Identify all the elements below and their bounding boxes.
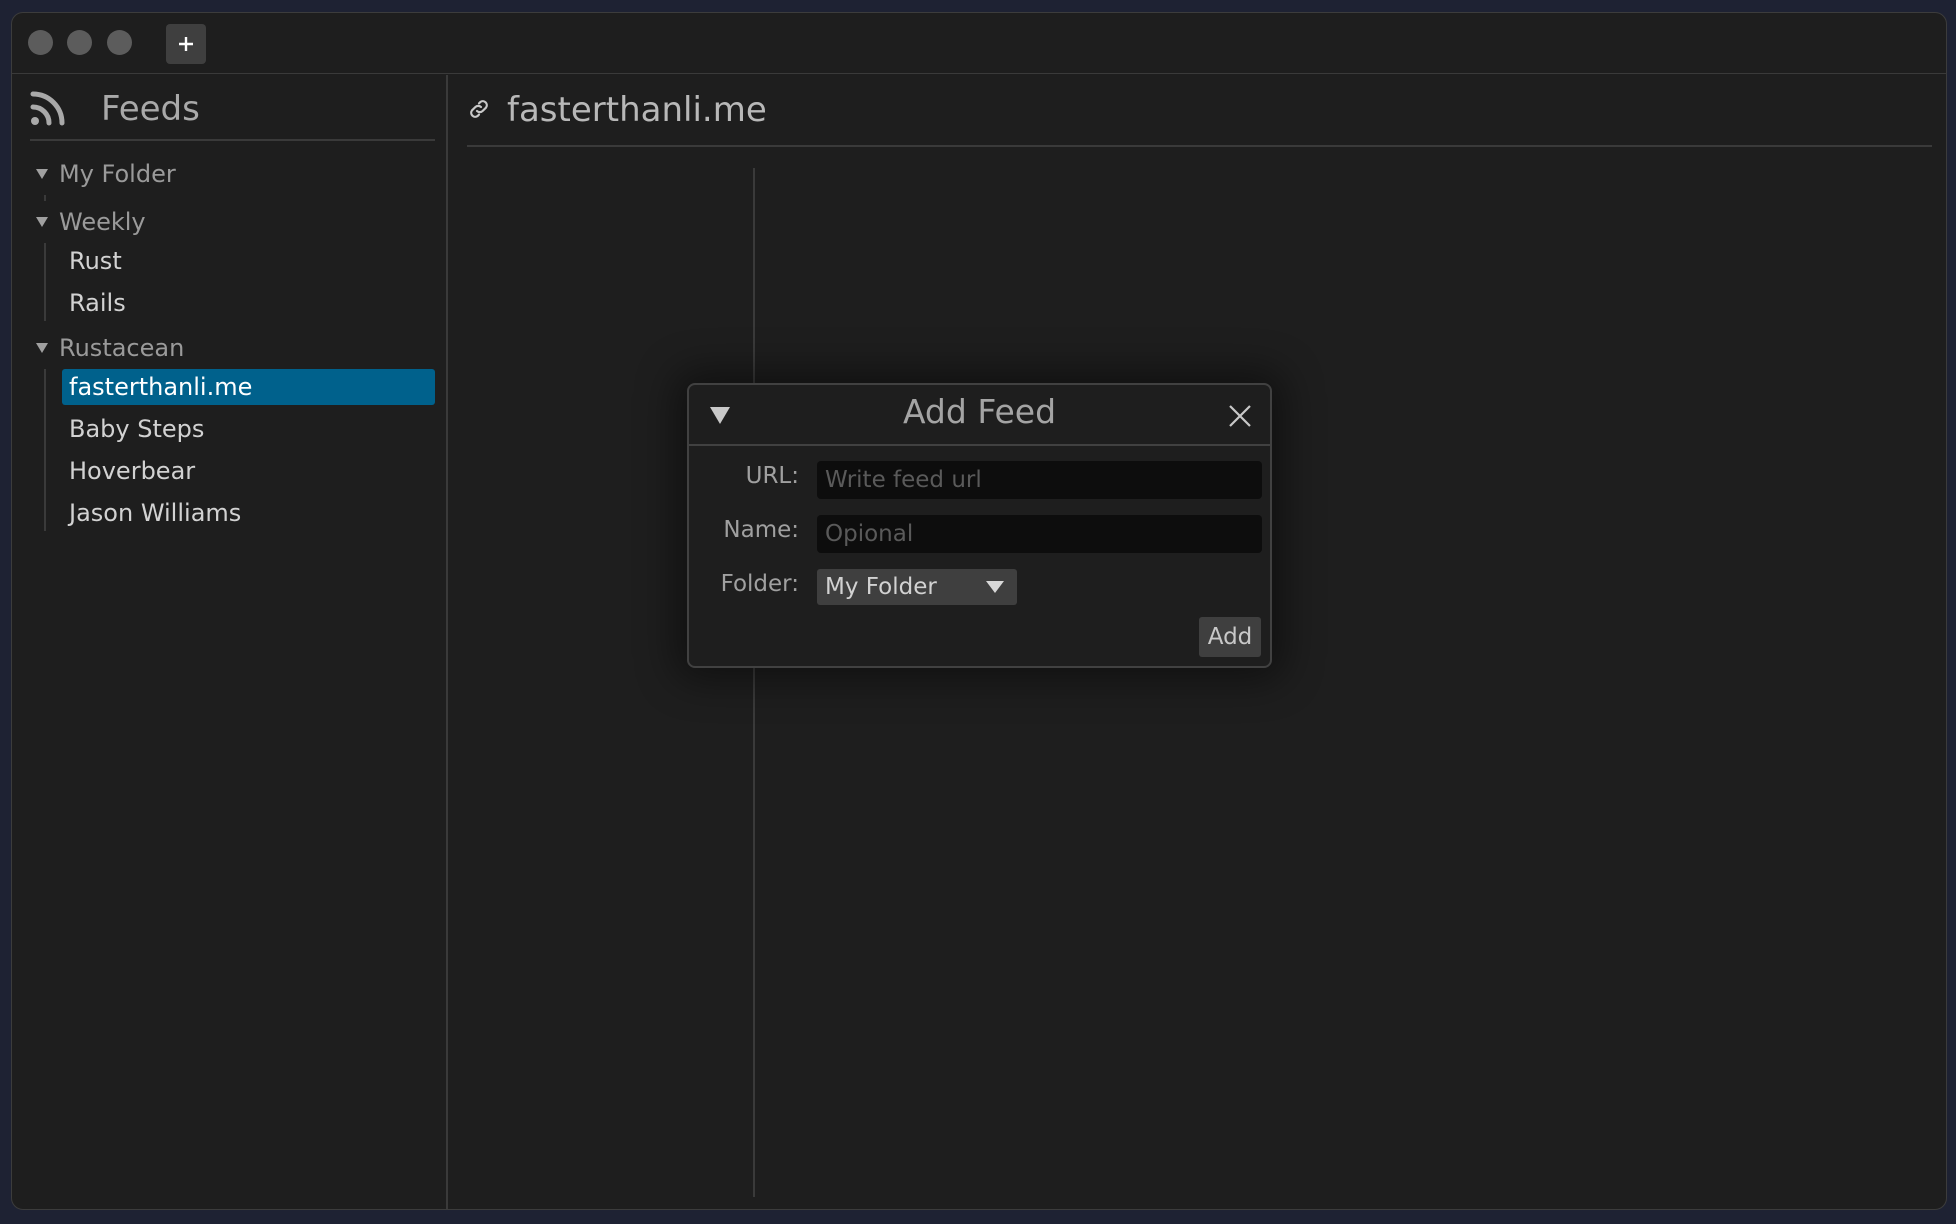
link-icon[interactable] <box>467 97 491 121</box>
sidebar-header: Feeds <box>30 75 435 141</box>
window-minimize-button[interactable] <box>67 30 92 55</box>
folder-label: Folder: <box>720 571 799 597</box>
add-feed-dialog: Add Feed URL: Name: Folder: My Folder Ad… <box>687 383 1272 668</box>
folder-label: Rustacean <box>59 334 185 362</box>
folder-select[interactable]: My Folder <box>817 569 1017 605</box>
plus-icon <box>179 37 193 51</box>
dialog-title: Add Feed <box>902 392 1057 431</box>
window-maximize-button[interactable] <box>107 30 132 55</box>
triangle-down-icon <box>35 168 49 180</box>
folder-label: Weekly <box>59 208 146 236</box>
feed-item-baby-steps[interactable]: Baby Steps <box>62 411 435 447</box>
folder-children: fasterthanli.me Baby Steps Hoverbear Jas… <box>44 369 435 531</box>
chevron-down-icon <box>986 581 1004 593</box>
triangle-down-icon <box>35 342 49 354</box>
add-feed-button[interactable] <box>166 24 206 64</box>
feed-item-rust[interactable]: Rust <box>62 243 435 279</box>
app-window: Feeds My Folder Weekly Rust Rails Rustac… <box>11 12 1947 1210</box>
name-input[interactable] <box>817 515 1262 553</box>
close-icon[interactable] <box>1227 403 1253 429</box>
triangle-down-icon <box>35 216 49 228</box>
feed-item-fasterthanli-me[interactable]: fasterthanli.me <box>62 369 435 405</box>
pane-divider[interactable] <box>753 168 755 1197</box>
add-button[interactable]: Add <box>1199 617 1261 657</box>
feed-title: fasterthanli.me <box>507 90 767 130</box>
url-input[interactable] <box>817 461 1262 499</box>
feed-tree: My Folder Weekly Rust Rails Rustacean fa… <box>30 153 435 537</box>
folder-weekly[interactable]: Weekly <box>30 201 435 243</box>
title-bar <box>12 13 1946 74</box>
dialog-header: Add Feed <box>689 385 1270 446</box>
window-close-button[interactable] <box>28 30 53 55</box>
folder-label: My Folder <box>59 160 176 188</box>
feed-item-rails[interactable]: Rails <box>62 285 435 321</box>
folder-rustacean[interactable]: Rustacean <box>30 327 435 369</box>
folder-select-value: My Folder <box>825 574 937 600</box>
feed-item-jason-williams[interactable]: Jason Williams <box>62 495 435 531</box>
folder-my-folder[interactable]: My Folder <box>30 153 435 195</box>
sidebar: Feeds My Folder Weekly Rust Rails Rustac… <box>12 75 448 1209</box>
rss-icon <box>30 91 65 126</box>
name-label: Name: <box>723 517 799 543</box>
url-label: URL: <box>745 463 799 489</box>
folder-children: Rust Rails <box>44 243 435 321</box>
content-header: fasterthanli.me <box>467 75 1932 147</box>
sidebar-title: Feeds <box>101 89 200 129</box>
feed-item-hoverbear[interactable]: Hoverbear <box>62 453 435 489</box>
